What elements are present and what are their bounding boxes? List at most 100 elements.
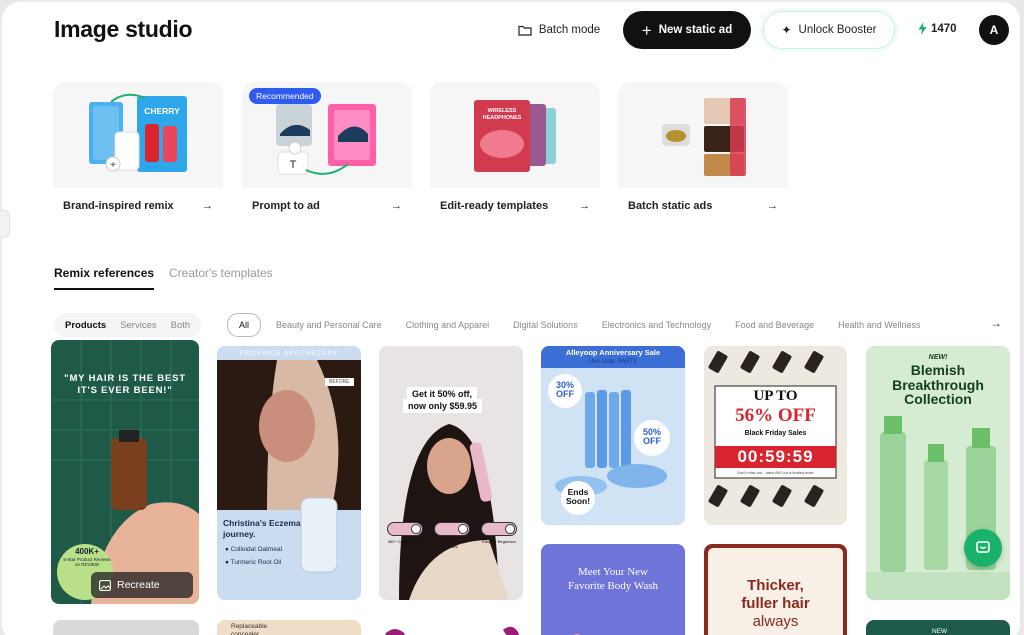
- edit-ready-templates-art: WIRELESS HEADPHONES: [474, 100, 556, 172]
- arrow-right-icon: →: [767, 200, 778, 212]
- gallery-tile-alleyoop[interactable]: Alleyoop Anniversary Sale Use code: PART…: [541, 346, 685, 525]
- promo-percent: 56% OFF: [735, 405, 816, 426]
- card-brand-inspired-remix[interactable]: CHERRY + Brand-inspired remix →: [53, 82, 223, 224]
- gallery-tile-eczema[interactable]: PROVINCE APOTHECARY BEFORE Christina's E…: [217, 346, 361, 600]
- headline-line: fuller hair: [741, 595, 810, 612]
- svg-text:CHERRY: CHERRY: [144, 106, 180, 116]
- tab-creators-templates[interactable]: Creator's templates: [169, 266, 273, 280]
- chip-beauty[interactable]: Beauty and Personal Care: [267, 314, 391, 336]
- chips-next-arrow-icon[interactable]: →: [990, 316, 1002, 330]
- headline-line: always: [752, 613, 799, 630]
- feature-label: Easy for Beginners: [482, 539, 516, 544]
- recreate-label: Recreate: [117, 579, 160, 591]
- svg-text:T: T: [290, 159, 297, 171]
- segment-services[interactable]: Services: [113, 320, 163, 331]
- gallery-tile-partial[interactable]: [53, 620, 199, 635]
- countdown-timer: 00:59:59: [737, 447, 814, 466]
- sparkle-icon: ✦: [781, 23, 792, 37]
- headline-line: Blemish: [910, 362, 966, 378]
- brand-remix-art: CHERRY +: [89, 93, 187, 172]
- feature-toggles: 360° Cooling Vents Curved Titanium Plate…: [387, 522, 517, 550]
- gallery-tile-partial[interactable]: [379, 620, 523, 635]
- reviews-badge: 400K+: [75, 547, 99, 556]
- bullet-text: Colloidal Oatmeal: [230, 546, 283, 553]
- headline-line: Thicker,: [747, 577, 804, 594]
- chip-digital[interactable]: Digital Solutions: [504, 314, 587, 336]
- arrow-right-icon: →: [579, 200, 590, 212]
- app-window: Image studio Batch mode + New static ad …: [2, 2, 1020, 635]
- before-tag: BEFORE: [325, 378, 354, 386]
- card-footer: Brand-inspired remix →: [53, 188, 223, 224]
- headline-line: Collection: [904, 391, 972, 408]
- batch-mode-button[interactable]: Batch mode: [507, 11, 611, 49]
- chat-support-button[interactable]: [964, 529, 1002, 567]
- segment-both[interactable]: Both: [164, 320, 198, 331]
- chip-food[interactable]: Food and Beverage: [726, 314, 823, 336]
- tile-title: Alleyoop Anniversary Sale: [565, 348, 661, 357]
- svg-text:HEADPHONES: HEADPHONES: [483, 115, 522, 121]
- card-label: Edit-ready templates: [440, 200, 549, 212]
- feature-toggle: 360° Cooling Vents: [387, 522, 423, 550]
- chip-all[interactable]: All: [227, 313, 262, 337]
- ends-soon-badge: Ends Soon!: [565, 487, 591, 506]
- card-label: Brand-inspired remix: [63, 200, 174, 212]
- plus-icon: +: [641, 20, 652, 40]
- feature-toggle: Curved Titanium Plates: [434, 522, 470, 550]
- card-label: Batch static ads: [628, 200, 713, 212]
- headline-line: Meet Your New: [578, 566, 648, 578]
- chat-icon: [976, 541, 990, 553]
- card-edit-ready-templates[interactable]: WIRELESS HEADPHONES Edit-ready templates…: [430, 82, 600, 224]
- card-batch-static-ads[interactable]: Batch static ads →: [618, 82, 788, 224]
- tile-text: NEW: [932, 628, 948, 635]
- headline-line: Favorite Body Wash: [568, 579, 658, 592]
- batch-static-ads-art: [662, 98, 746, 176]
- new-static-ad-button[interactable]: + New static ad: [623, 11, 751, 49]
- tile-headline: Meet Your New Favorite Body Wash: [541, 566, 685, 594]
- new-tag: NEW!: [928, 354, 948, 361]
- tab-remix-references[interactable]: Remix references: [54, 266, 155, 290]
- discount-badge: 30% OFF: [555, 380, 574, 399]
- gallery-tile-body-wash[interactable]: Meet Your New Favorite Body Wash: [541, 544, 685, 635]
- chip-health[interactable]: Health and Wellness: [829, 314, 929, 336]
- tile-text: Replaceable concealer: [231, 623, 268, 635]
- bullet-item: ● Colloidal Oatmeal: [225, 546, 283, 553]
- gallery-tile-partial[interactable]: NEW: [866, 620, 1010, 635]
- tile-headline: Blemish Breakthrough Collection: [866, 363, 1010, 407]
- gallery-tile-concealer[interactable]: Replaceable concealer: [217, 620, 361, 635]
- page-title: Image studio: [54, 16, 193, 42]
- side-panel-handle[interactable]: [0, 210, 10, 238]
- feature-label: 360° Cooling Vents: [387, 539, 423, 544]
- arrow-right-icon: →: [391, 200, 402, 212]
- avatar[interactable]: A: [979, 15, 1009, 45]
- tile-headline: Thicker, fuller hair always: [704, 577, 847, 631]
- recreate-button[interactable]: Recreate: [91, 572, 193, 598]
- partial-art: [385, 626, 519, 635]
- svg-text:WIRELESS: WIRELESS: [488, 108, 517, 114]
- credits-counter[interactable]: 1470: [918, 22, 957, 35]
- promo-code: Use code: PARTY: [588, 359, 638, 365]
- feature-toggle: Easy for Beginners: [481, 522, 517, 550]
- tile-headline: "MY HAIR IS THE BEST IT'S EVER BEEN!": [64, 373, 186, 396]
- lightning-icon: [918, 22, 927, 35]
- segment-products[interactable]: Products: [58, 320, 113, 331]
- offer-line-2: now only $59.95: [403, 399, 483, 413]
- feature-label: Curved Titanium Plates: [437, 539, 467, 549]
- gallery-tile-thicker-hair[interactable]: Thicker, fuller hair always: [704, 544, 847, 635]
- unlock-booster-button[interactable]: ✦ Unlock Booster: [763, 11, 895, 49]
- gallery-tile-straightener[interactable]: Get it 50% off, now only $59.95 360° Coo…: [379, 346, 523, 600]
- promo-upto: UP TO: [753, 388, 798, 404]
- batch-mode-label: Batch mode: [538, 24, 601, 36]
- promo-sub: Black Friday Sales: [744, 430, 807, 437]
- chip-electronics[interactable]: Electronics and Technology: [593, 314, 720, 336]
- gallery-tile-hair[interactable]: "MY HAIR IS THE BEST IT'S EVER BEEN!" 40…: [51, 340, 199, 604]
- reviews-badge-sub: 5-Star Product Reviews on REVIEW: [63, 557, 111, 568]
- tile-brand: PROVINCE APOTHECARY: [239, 350, 339, 357]
- discount-badge: 50% OFF: [642, 427, 661, 446]
- card-footer: Prompt to ad →: [242, 188, 412, 224]
- gallery-tile-black-friday[interactable]: UP TO 56% OFF Black Friday Sales 00:59:5…: [704, 346, 847, 525]
- new-static-ad-label: New static ad: [658, 24, 733, 36]
- chip-clothing[interactable]: Clothing and Apparel: [397, 314, 499, 336]
- promo-note: Don't miss out - save BIG for a limited …: [737, 470, 814, 475]
- tile-title: Christina's Eczema journey.: [223, 518, 301, 539]
- arrow-right-icon: →: [202, 200, 213, 212]
